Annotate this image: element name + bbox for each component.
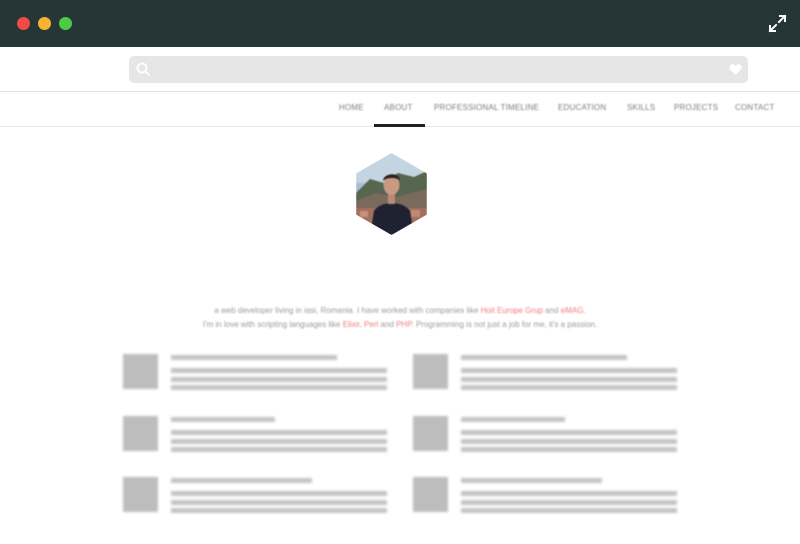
info-card bbox=[413, 416, 678, 456]
card-text-line bbox=[171, 500, 387, 505]
company-link[interactable]: eMAG bbox=[561, 306, 584, 315]
card-thumbnail bbox=[413, 477, 448, 512]
card-text-line bbox=[171, 430, 387, 435]
card-thumbnail bbox=[123, 354, 158, 389]
info-card bbox=[413, 477, 678, 517]
card-text-line bbox=[461, 447, 677, 452]
language-link[interactable]: PHP bbox=[396, 320, 411, 329]
company-link[interactable]: Hoit Europe Grup bbox=[481, 306, 543, 315]
nav-item-contact[interactable]: CONTACT bbox=[735, 103, 774, 112]
search-icon bbox=[136, 62, 151, 77]
card-text-line bbox=[461, 368, 677, 373]
card-text-line bbox=[171, 439, 387, 444]
close-window-button[interactable] bbox=[17, 17, 30, 30]
nav-item-professional-timeline[interactable]: PROFESSIONAL TIMELINE bbox=[434, 103, 539, 112]
card-thumbnail bbox=[123, 416, 158, 451]
card-text-line bbox=[461, 439, 677, 444]
nav-item-skills[interactable]: SKILLS bbox=[627, 103, 655, 112]
nav-item-projects[interactable]: PROJECTS bbox=[674, 103, 718, 112]
card-title-line bbox=[461, 478, 602, 483]
expand-arrows-icon[interactable] bbox=[768, 14, 787, 33]
card-text-line bbox=[171, 385, 387, 390]
bio-text: and bbox=[378, 320, 397, 329]
card-title-line bbox=[461, 355, 627, 360]
card-thumbnail bbox=[413, 354, 448, 389]
card-title-line bbox=[171, 417, 275, 422]
card-text-line bbox=[171, 368, 387, 373]
bio-line-1: a web developer living in iasi, Romania.… bbox=[100, 306, 700, 315]
info-card bbox=[123, 416, 388, 456]
minimize-window-button[interactable] bbox=[38, 17, 51, 30]
info-card bbox=[123, 354, 388, 394]
search-bar bbox=[129, 56, 748, 83]
zoom-window-button[interactable] bbox=[59, 17, 72, 30]
card-title-line bbox=[171, 478, 312, 483]
card-text-line bbox=[171, 491, 387, 496]
bio-text: a web developer living in iasi, Romania.… bbox=[214, 306, 481, 315]
card-title-line bbox=[171, 355, 337, 360]
language-link[interactable]: Elixir, Perl bbox=[343, 320, 379, 329]
card-text-line bbox=[461, 430, 677, 435]
card-text-line bbox=[461, 385, 677, 390]
nav-item-about[interactable]: ABOUT bbox=[384, 103, 413, 112]
card-text-line bbox=[461, 491, 677, 496]
card-text-line bbox=[171, 508, 387, 513]
card-text-line bbox=[461, 377, 677, 382]
window-titlebar bbox=[0, 0, 800, 47]
search-input[interactable] bbox=[157, 60, 717, 79]
nav-item-education[interactable]: EDUCATION bbox=[558, 103, 606, 112]
profile-photo bbox=[356, 153, 427, 235]
card-text-line bbox=[171, 447, 387, 452]
nav-active-indicator bbox=[374, 124, 425, 127]
bio-text: and bbox=[542, 306, 561, 315]
bio-text: . bbox=[583, 306, 586, 315]
card-text-line bbox=[461, 500, 677, 505]
info-card bbox=[123, 477, 388, 517]
card-thumbnail bbox=[123, 477, 158, 512]
bio-text: I'm in love with scripting languages lik… bbox=[202, 320, 343, 329]
card-title-line bbox=[461, 417, 565, 422]
heart-icon[interactable] bbox=[729, 63, 742, 76]
card-text-line bbox=[171, 377, 387, 382]
site-nav: HOME ABOUT PROFESSIONAL TIMELINE EDUCATI… bbox=[0, 92, 800, 127]
bio-line-2: I'm in love with scripting languages lik… bbox=[100, 320, 700, 329]
bio-text: . Programming is not just a job for me, … bbox=[411, 320, 598, 329]
card-thumbnail bbox=[413, 416, 448, 451]
info-card bbox=[413, 354, 678, 394]
card-text-line bbox=[461, 508, 677, 513]
nav-item-home[interactable]: HOME bbox=[339, 103, 364, 112]
